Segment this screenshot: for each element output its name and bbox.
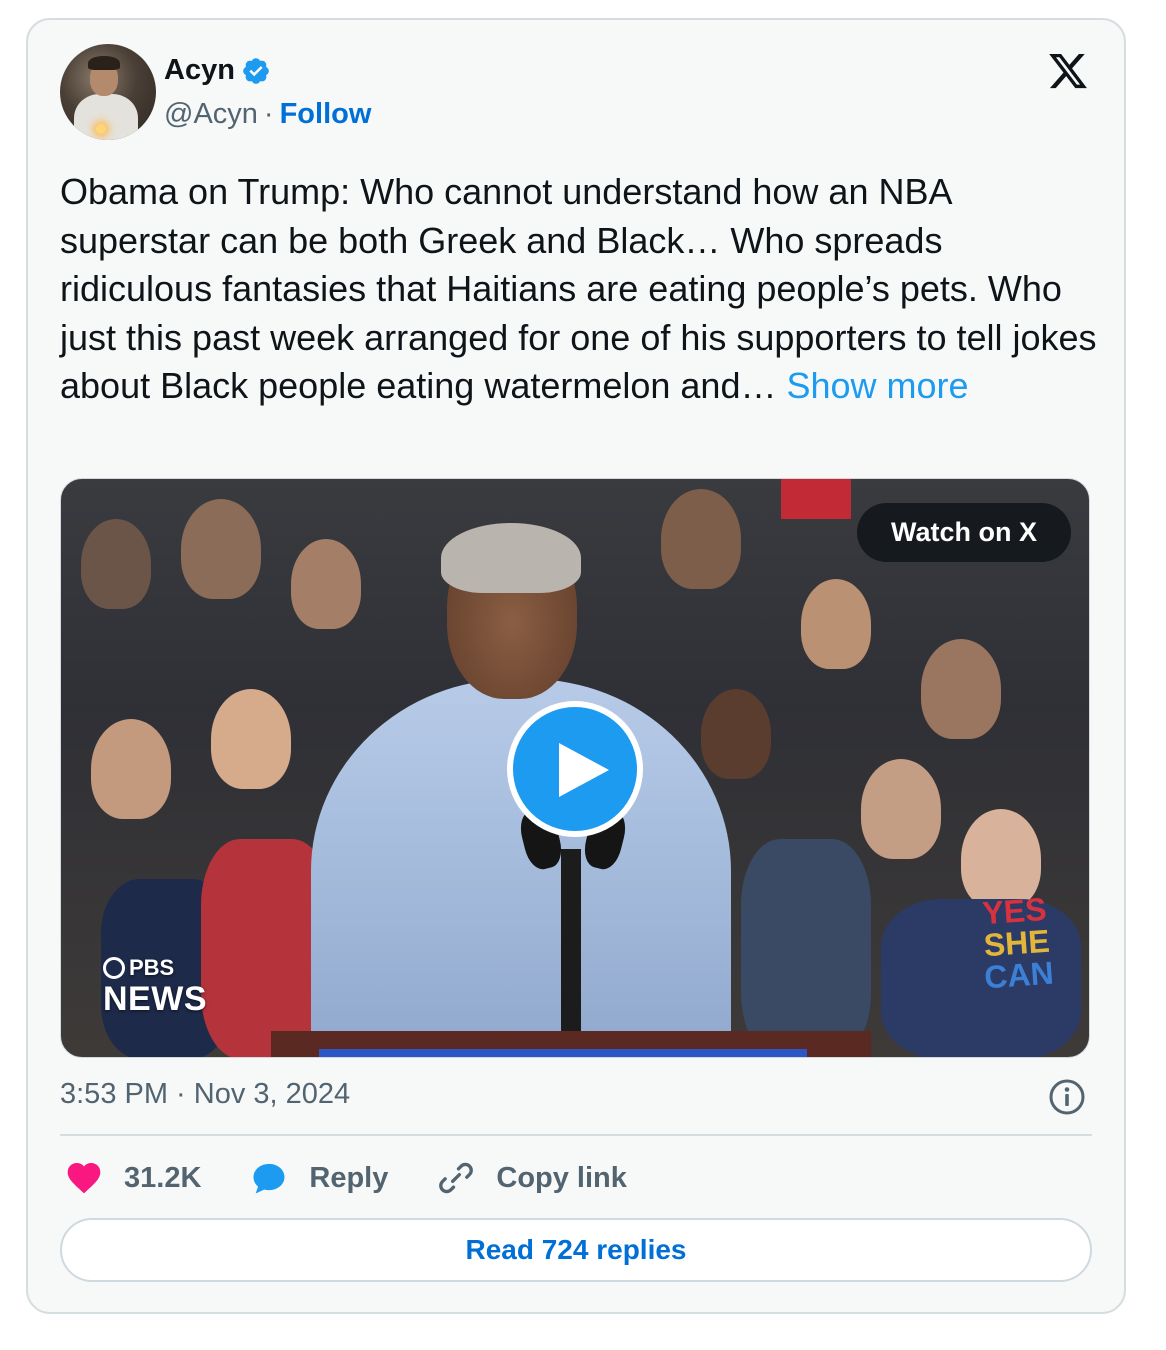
- play-button[interactable]: [507, 701, 643, 837]
- like-count: 31.2K: [124, 1161, 202, 1194]
- broadcaster-top: PBS: [129, 955, 175, 980]
- x-logo-icon[interactable]: [1046, 50, 1090, 92]
- author-handle[interactable]: @Acyn: [164, 98, 258, 131]
- reply-button[interactable]: Reply: [249, 1158, 388, 1198]
- avatar[interactable]: [60, 44, 156, 140]
- show-more-link[interactable]: Show more: [786, 365, 968, 406]
- like-button[interactable]: 31.2K: [64, 1158, 201, 1198]
- microphone-stand: [561, 849, 581, 1049]
- pbs-mark-icon: [103, 957, 125, 979]
- author-name-row[interactable]: Acyn: [164, 54, 271, 87]
- copy-link-label: Copy link: [496, 1161, 627, 1194]
- follow-button[interactable]: Follow: [280, 98, 372, 131]
- broadcaster-logo: PBS NEWS: [103, 955, 207, 1017]
- podium-stripe: [319, 1049, 807, 1057]
- copy-link-button[interactable]: Copy link: [436, 1158, 627, 1198]
- author-handle-row: @Acyn · Follow: [164, 98, 371, 131]
- verified-badge-icon: [241, 56, 271, 86]
- tweet-embed-card: Acyn @Acyn · Follow Obama on Trump: Who …: [26, 18, 1126, 1314]
- reply-bubble-icon: [253, 1163, 285, 1194]
- broadcaster-bottom: NEWS: [103, 980, 207, 1018]
- tweet-timestamp[interactable]: 3:53 PM · Nov 3, 2024: [60, 1078, 350, 1111]
- read-replies-button[interactable]: Read 724 replies: [60, 1218, 1092, 1282]
- watch-on-x-button[interactable]: Watch on X: [857, 503, 1071, 562]
- link-icon: [439, 1162, 474, 1194]
- author-name[interactable]: Acyn: [164, 54, 235, 87]
- tweet-actions: 31.2K Reply Copy link: [64, 1158, 675, 1198]
- video-thumbnail[interactable]: YES SHE CAN PBS NEWS Watch on X: [60, 478, 1090, 1058]
- info-icon[interactable]: [1048, 1078, 1086, 1116]
- play-icon: [559, 743, 609, 797]
- tweet-text: Obama on Trump: Who cannot understand ho…: [60, 168, 1100, 411]
- heart-icon: [67, 1163, 101, 1194]
- separator-dot: ·: [263, 98, 274, 130]
- sign-line-3: CAN: [982, 954, 1055, 996]
- divider: [60, 1134, 1092, 1136]
- audience-sign: YES SHE CAN: [978, 891, 1055, 996]
- reply-label: Reply: [309, 1161, 389, 1194]
- speaker-hair: [441, 523, 581, 593]
